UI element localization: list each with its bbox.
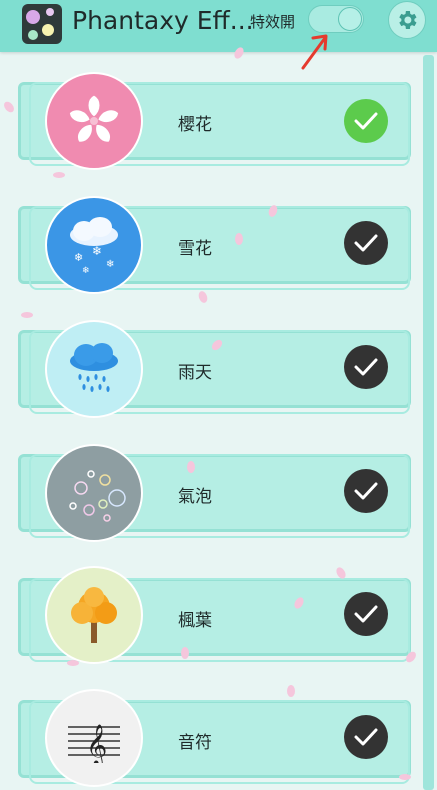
scrollbar[interactable] <box>423 55 434 790</box>
petal-icon <box>287 685 295 697</box>
bubbles-icon <box>45 444 143 542</box>
snow-cloud-icon: ❄ ❄ ❄ ❄ <box>45 196 143 294</box>
music-staff-icon: 𝄞 <box>45 689 143 787</box>
petal-icon <box>234 47 244 59</box>
effect-label: 氣泡 <box>178 487 212 507</box>
petal-icon <box>53 172 65 178</box>
check-icon[interactable] <box>344 715 388 759</box>
rain-cloud-icon <box>45 320 143 418</box>
petal-icon <box>4 101 14 113</box>
petal-icon <box>235 233 243 245</box>
settings-button[interactable] <box>388 1 426 39</box>
sakura-icon <box>45 72 143 170</box>
effect-label: 櫻花 <box>178 115 212 135</box>
petal-icon <box>294 597 304 609</box>
svg-text:❄: ❄ <box>74 251 83 264</box>
check-icon[interactable] <box>344 345 388 389</box>
svg-text:𝄞: 𝄞 <box>86 724 107 763</box>
petal-icon <box>336 567 346 579</box>
effects-toggle[interactable] <box>308 5 364 33</box>
petal-icon <box>211 339 223 351</box>
effect-label: 雪花 <box>178 239 212 259</box>
effect-label: 雨天 <box>178 363 212 383</box>
top-bar: Phantaxy Eff... 特效開 <box>0 0 437 52</box>
app-title: Phantaxy Eff... <box>72 6 254 35</box>
svg-text:❄: ❄ <box>106 259 114 270</box>
effects-toggle-label: 特效開 <box>250 13 296 31</box>
check-icon[interactable] <box>344 592 388 636</box>
petal-icon <box>181 647 189 659</box>
effect-label: 音符 <box>178 733 212 753</box>
maple-tree-icon <box>45 566 143 664</box>
petal-icon <box>67 660 79 666</box>
svg-text:❄: ❄ <box>92 244 102 258</box>
gear-icon <box>399 11 417 29</box>
svg-text:❄: ❄ <box>82 266 90 275</box>
check-icon[interactable] <box>344 469 388 513</box>
petal-icon <box>406 651 416 663</box>
app-icon <box>22 4 62 44</box>
check-icon[interactable] <box>344 221 388 265</box>
petal-icon <box>399 774 411 780</box>
petal-icon <box>268 205 278 217</box>
petal-icon <box>21 312 33 318</box>
toggle-knob <box>338 7 362 31</box>
effect-label: 楓葉 <box>178 611 212 631</box>
petal-icon <box>187 461 195 473</box>
petal-icon <box>198 291 208 303</box>
check-selected-icon[interactable] <box>344 99 388 143</box>
red-arrow-annotation <box>301 34 328 70</box>
